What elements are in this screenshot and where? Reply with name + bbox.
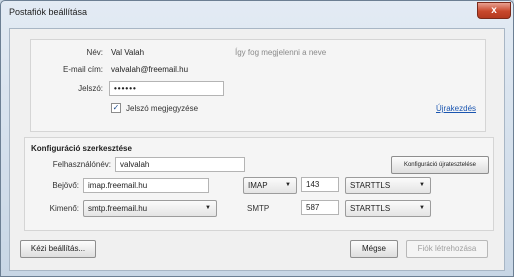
outgoing-server-value: smtp.freemail.hu: [88, 204, 148, 213]
window-title: Postafiók beállítása: [9, 7, 88, 17]
outgoing-label: Kimenő:: [49, 204, 79, 213]
password-label: Jelszó:: [78, 84, 103, 93]
outgoing-security-value: STARTTLS: [350, 204, 391, 213]
name-hint: Így fog megjelenni a neve: [235, 48, 327, 57]
chevron-down-icon: ▼: [285, 182, 291, 188]
restart-link[interactable]: Újrakezdés: [436, 104, 476, 113]
incoming-protocol-value: IMAP: [248, 181, 268, 190]
account-setup-dialog: Postafiók beállítása x Név: Val Valah Íg…: [0, 0, 514, 277]
checkmark-icon: ✓: [112, 103, 120, 112]
incoming-security-value: STARTTLS: [350, 181, 391, 190]
email-label: E-mail cím:: [63, 65, 103, 74]
remember-password-checkbox[interactable]: ✓: [111, 103, 121, 113]
remember-password-label[interactable]: Jelszó megjegyzése: [126, 104, 198, 113]
outgoing-server-select[interactable]: smtp.freemail.hu ▼: [83, 200, 217, 217]
chevron-down-icon: ▼: [419, 205, 425, 211]
name-value[interactable]: Val Valah: [111, 48, 144, 57]
close-icon: x: [491, 5, 497, 16]
account-section: Név: Val Valah Így fog megjelenni a neve…: [30, 39, 486, 132]
name-label: Név:: [86, 48, 103, 57]
title-bar[interactable]: Postafiók beállítása x: [1, 1, 513, 25]
close-button[interactable]: x: [477, 2, 511, 19]
incoming-protocol-select[interactable]: IMAP ▼: [243, 177, 297, 194]
username-field[interactable]: valvalah: [115, 157, 245, 172]
password-field[interactable]: ••••••: [109, 81, 224, 96]
chevron-down-icon: ▼: [205, 205, 211, 211]
dialog-body: Név: Val Valah Így fog megjelenni a neve…: [9, 28, 505, 271]
incoming-server-field[interactable]: imap.freemail.hu: [83, 178, 209, 193]
create-account-button[interactable]: Fiók létrehozása: [406, 240, 488, 258]
email-value[interactable]: valvalah@freemail.hu: [111, 65, 188, 74]
incoming-security-select[interactable]: STARTTLS ▼: [345, 177, 431, 194]
incoming-port-field[interactable]: 143: [301, 177, 339, 192]
username-label: Felhasználónév:: [52, 160, 111, 169]
config-heading: Konfiguráció szerkesztése: [31, 144, 132, 153]
chevron-down-icon: ▼: [419, 182, 425, 188]
manual-config-button[interactable]: Kézi beállítás...: [20, 240, 96, 258]
incoming-label: Bejövő:: [52, 181, 79, 190]
config-section: Konfiguráció szerkesztése Felhasználónév…: [24, 137, 494, 231]
retest-config-button[interactable]: Konfiguráció újratesztelése: [391, 156, 489, 174]
outgoing-port-field[interactable]: 587: [301, 200, 339, 215]
cancel-button[interactable]: Mégse: [350, 240, 398, 258]
outgoing-security-select[interactable]: STARTTLS ▼: [345, 200, 431, 217]
outgoing-protocol-label: SMTP: [247, 204, 270, 213]
